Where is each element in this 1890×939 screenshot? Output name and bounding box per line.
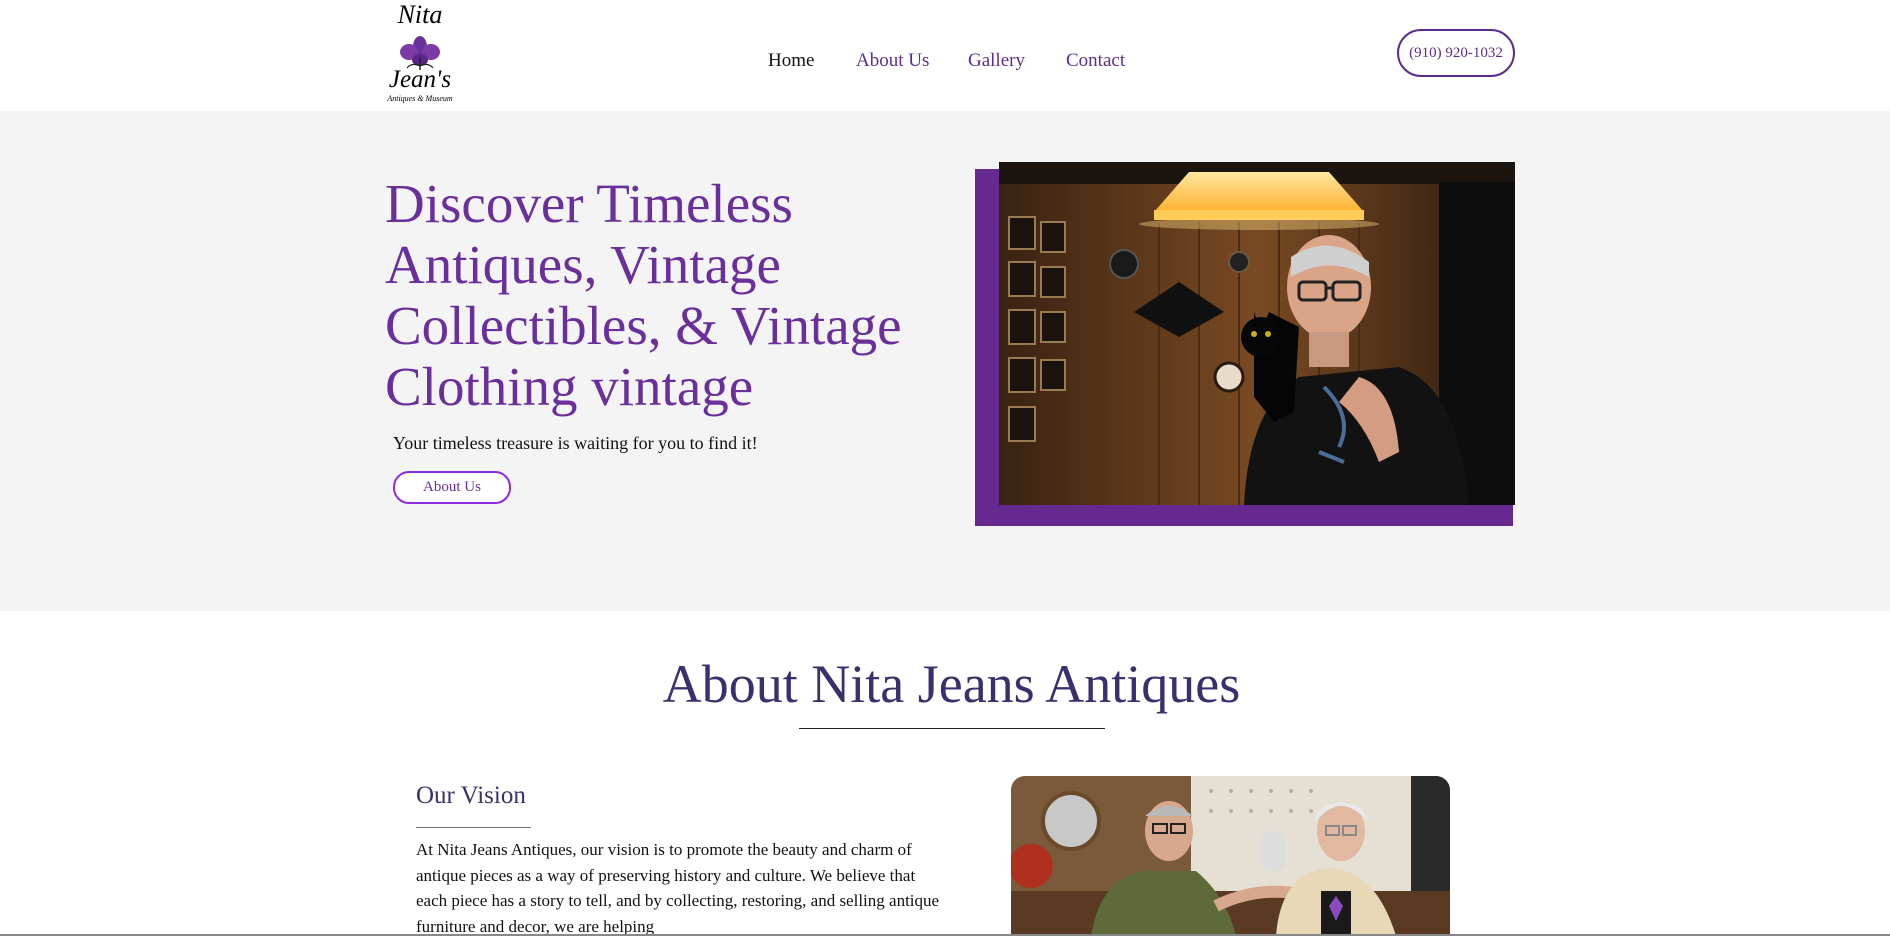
hero-section: Discover Timeless Antiques, Vintage Coll…: [0, 111, 1890, 611]
hero-subtitle: Your timeless treasure is waiting for yo…: [393, 433, 758, 453]
logo-tagline: Antiques & Museum: [387, 94, 453, 103]
hero-title: Discover Timeless Antiques, Vintage Coll…: [385, 173, 902, 417]
hero-photo: [999, 162, 1515, 505]
about-title-underline: [799, 728, 1105, 729]
iris-logo-icon: [400, 36, 440, 70]
logo-line2: Jean's: [388, 66, 452, 93]
nav-gallery[interactable]: Gallery: [968, 50, 1025, 72]
vision-title-underline: [416, 827, 531, 828]
logo-line1: Nita: [397, 0, 443, 29]
about-photo-illustration: [1011, 776, 1450, 936]
about-title: About Nita Jeans Antiques: [662, 654, 1241, 714]
nav-home[interactable]: Home: [768, 50, 814, 72]
vision-text: At Nita Jeans Antiques, our vision is to…: [416, 840, 940, 936]
phone-button[interactable]: (910) 920-1032: [1397, 29, 1515, 77]
about-photo: [1011, 776, 1450, 936]
site-header: Nita Jean's Antiques & Museum Home About…: [0, 0, 1890, 111]
nav-contact[interactable]: Contact: [1066, 50, 1125, 72]
hero-about-button[interactable]: About Us: [393, 471, 511, 504]
site-logo[interactable]: Nita Jean's Antiques & Museum: [385, 0, 455, 104]
hero-photo-illustration: [999, 162, 1515, 505]
vision-title: Our Vision: [416, 782, 526, 809]
nav-about-us[interactable]: About Us: [856, 50, 929, 72]
